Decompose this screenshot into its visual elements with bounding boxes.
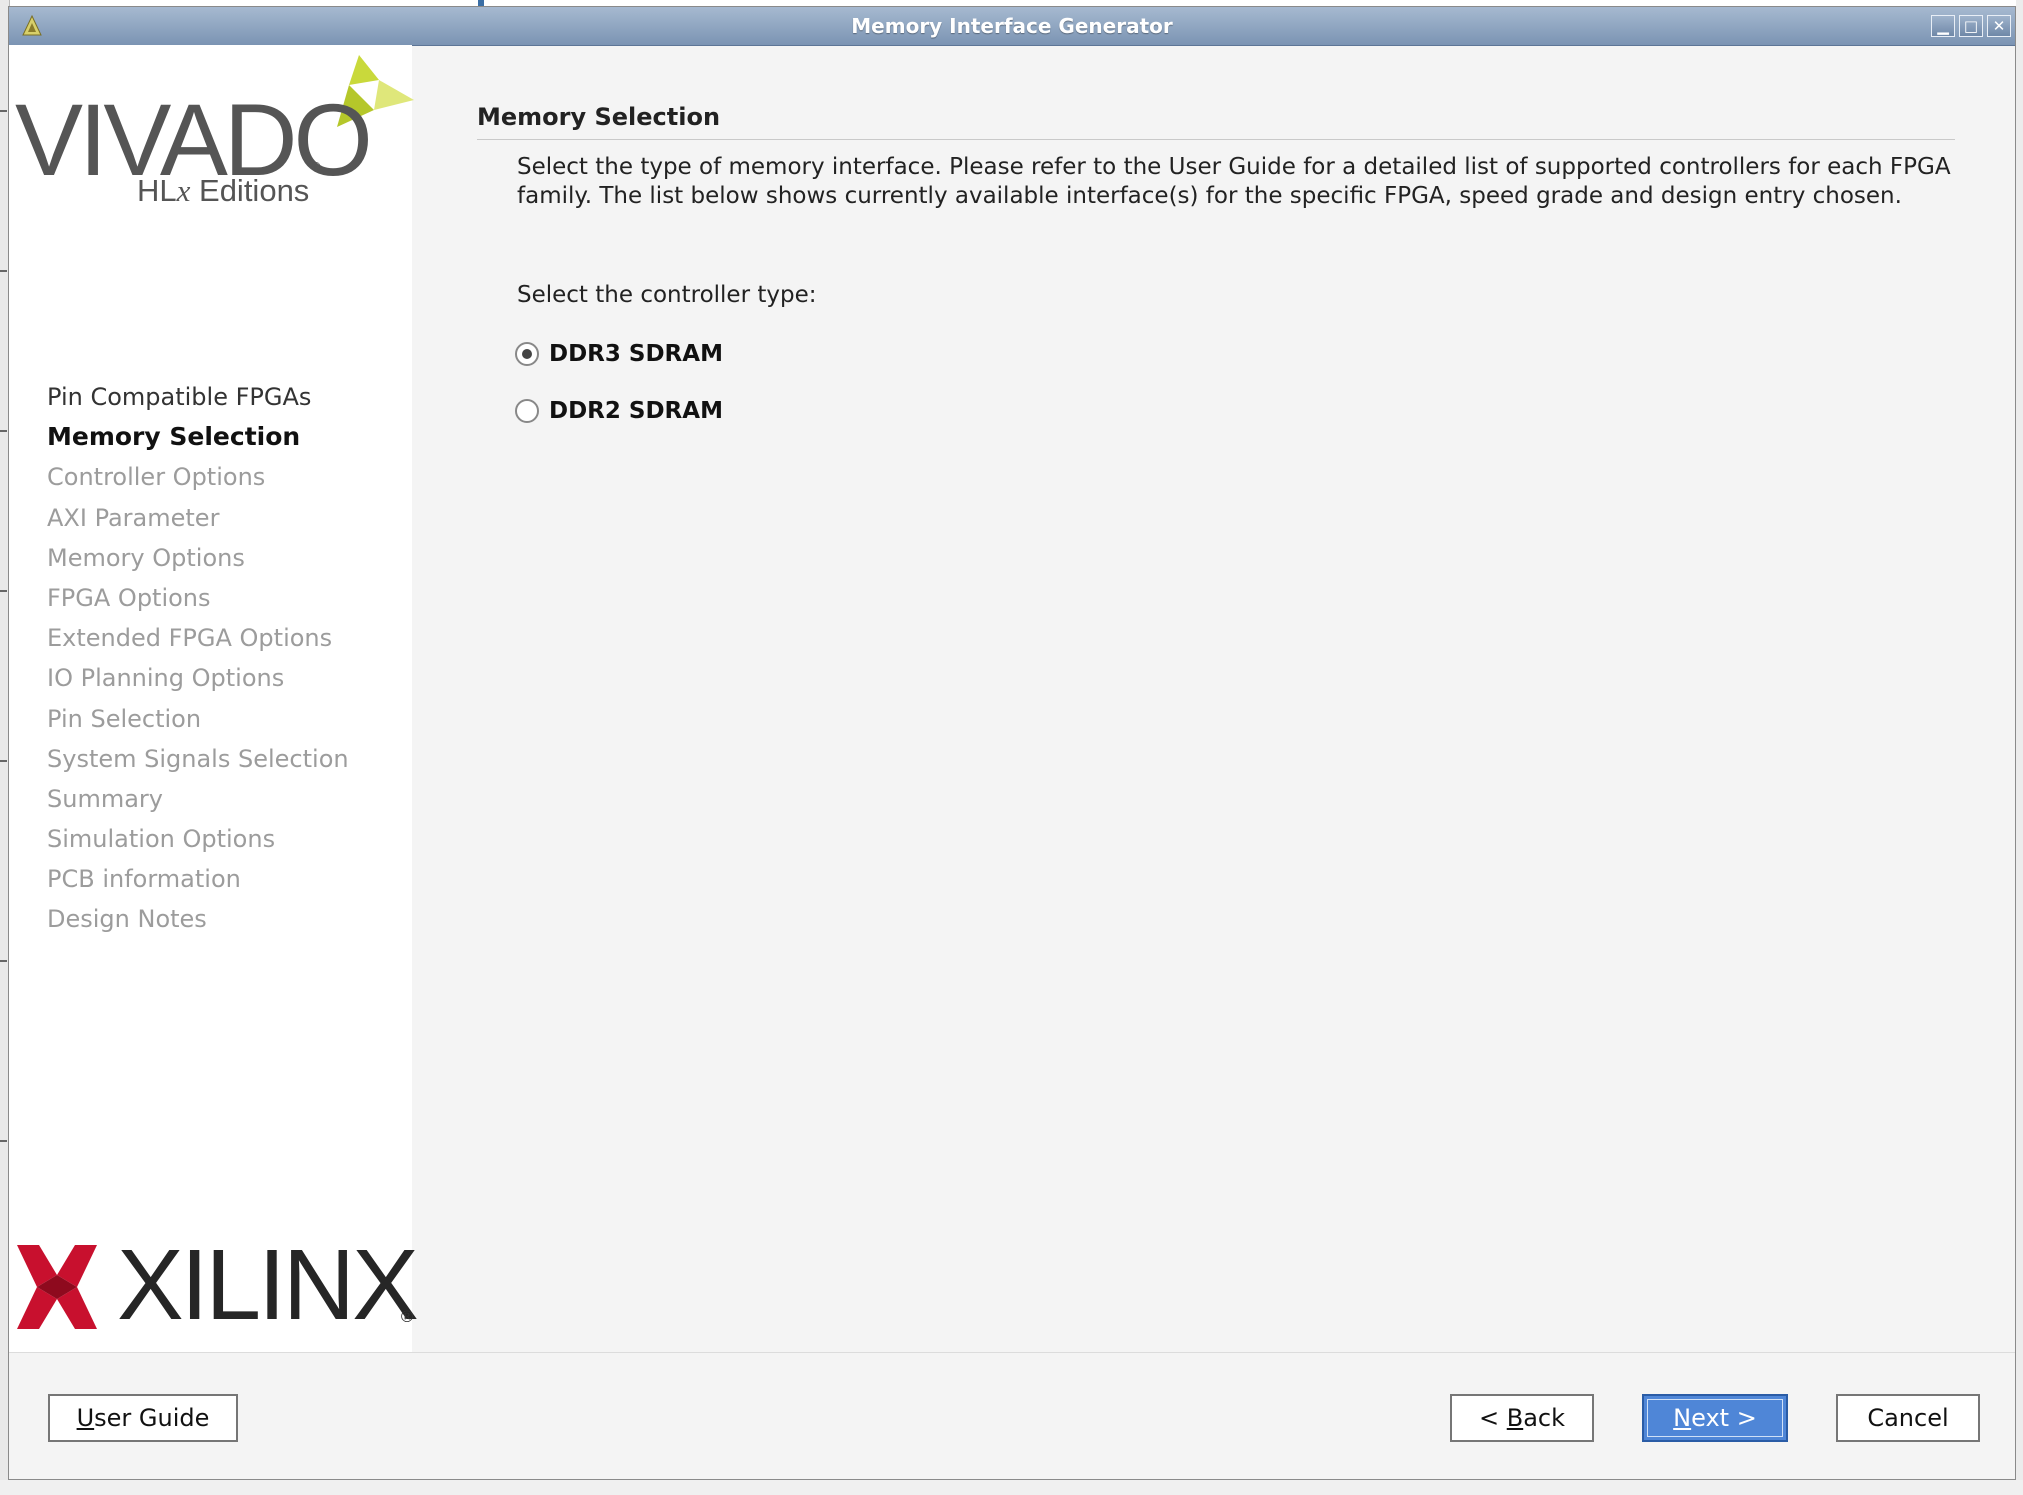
step-memory-selection: Memory Selection [47,422,301,452]
controller-type-prompt: Select the controller type: [517,282,817,308]
section-divider [477,139,1955,140]
xilinx-logo-mark-icon [17,1245,97,1329]
ddr3-label[interactable]: DDR3 SDRAM [549,341,723,367]
section-description: Select the type of memory interface. Ple… [517,154,1951,209]
step-pin-selection: Pin Selection [47,704,202,733]
wizard-steps-list: Pin Compatible FPGAs Memory Selection Co… [47,377,349,940]
hlx-prefix: HL [137,173,177,208]
wizard-sidebar: VIVADO ® HLx Editions Pin Compatible FPG… [9,45,419,1352]
step-summary: Summary [47,784,163,813]
edge-tick [0,960,7,962]
option-ddr3-sdram[interactable]: DDR3 SDRAM [515,339,723,369]
footer-divider [9,1352,2015,1353]
user-guide-label: ser Guide [94,1404,210,1432]
hlx-suffix: Editions [190,173,310,208]
option-ddr2-sdram[interactable]: DDR2 SDRAM [515,396,723,426]
edge-tick [0,110,7,112]
vivado-registered-mark: ® [310,160,322,174]
next-focus-ring [1647,1399,1783,1437]
cancel-button[interactable]: Cancel [1836,1394,1980,1442]
step-extended-fpga-options: Extended FPGA Options [47,624,333,653]
main-content: Memory Selection Select the type of memo… [412,45,2015,1352]
minimize-button[interactable]: ▁ [1931,15,1955,37]
step-pin-compatible-fpgas: Pin Compatible FPGAs [47,383,312,411]
step-io-planning-options: IO Planning Options [47,664,285,693]
step-pcb-information: PCB information [47,865,241,894]
hlx-editions-text: HLx Editions [137,173,309,209]
close-button[interactable]: ✕ [1987,15,2011,37]
section-title: Memory Selection [477,103,721,131]
edge-tick [0,760,7,762]
step-simulation-options: Simulation Options [47,825,276,854]
background-window-bottom [0,1480,2023,1495]
step-memory-options: Memory Options [47,543,245,572]
edge-tick [0,1140,7,1142]
ddr2-radio-button[interactable] [515,399,539,423]
back-mnemonic: B [1506,1404,1524,1432]
user-guide-mnemonic: U [76,1404,95,1432]
step-axi-parameter: AXI Parameter [47,503,220,532]
ddr2-label[interactable]: DDR2 SDRAM [549,398,723,424]
hlx-x: x [176,173,191,208]
step-system-signals-selection: System Signals Selection [47,744,349,773]
edge-tick [0,430,7,432]
memory-interface-generator-dialog: Memory Interface Generator ▁ □ ✕ VIVADO … [8,6,2016,1480]
step-controller-options: Controller Options [47,463,266,492]
back-button[interactable]: < Back [1450,1394,1594,1442]
back-label: ack [1523,1404,1566,1432]
window-title: Memory Interface Generator [851,14,1173,38]
edge-tick [0,270,7,272]
user-guide-button[interactable]: User Guide [48,1394,238,1442]
back-prefix: < [1478,1404,1507,1432]
background-window-edge-right [2016,0,2023,1495]
title-bar[interactable]: Memory Interface Generator ▁ □ ✕ [9,7,2015,46]
step-design-notes: Design Notes [47,905,207,934]
edge-tick [0,590,7,592]
next-button[interactable]: Next > [1642,1394,1788,1442]
xilinx-logo-text: XILINX [117,1229,419,1341]
maximize-button[interactable]: □ [1959,15,1983,37]
step-fpga-options: FPGA Options [47,583,211,612]
ddr3-radio-button[interactable] [515,342,539,366]
